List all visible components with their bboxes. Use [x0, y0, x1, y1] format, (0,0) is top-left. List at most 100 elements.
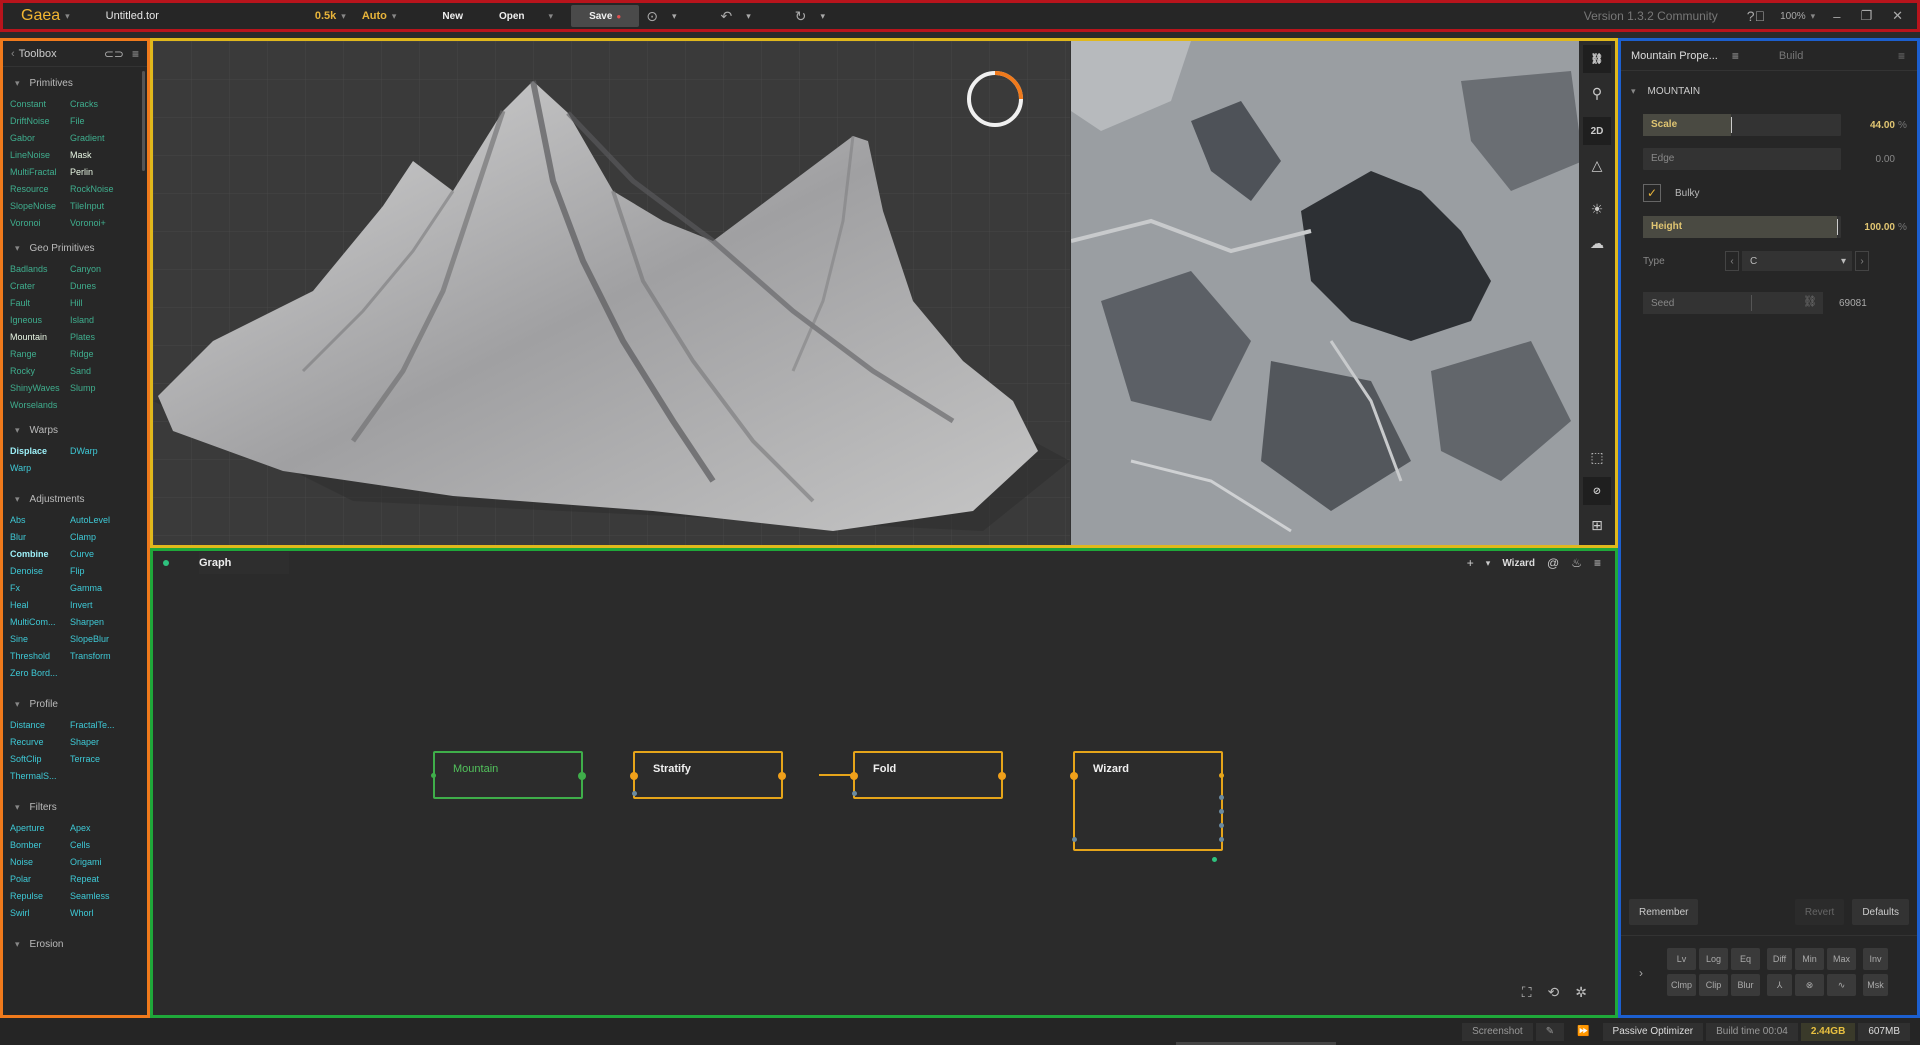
grid-icon[interactable]: ⊞ — [1583, 511, 1611, 539]
edge-value[interactable]: 0.00 — [1855, 154, 1895, 165]
target-icon[interactable]: ⊙ — [639, 3, 665, 29]
toolbox-node-item[interactable]: Apex — [70, 822, 140, 835]
toolbox-section-header[interactable]: ▾ Filters — [3, 797, 147, 817]
link-view-icon[interactable]: ⛓ — [1583, 45, 1611, 73]
mode-selector[interactable]: Auto ▾ — [354, 3, 405, 29]
undo-icon[interactable]: ↶ — [714, 3, 740, 29]
quick-op-button[interactable]: Blur — [1731, 974, 1760, 996]
perspective-icon[interactable]: △ — [1583, 151, 1611, 179]
menu-icon[interactable]: ≡ — [1898, 49, 1917, 63]
toolbox-node-item[interactable]: Gabor — [10, 132, 70, 145]
toolbox-node-item[interactable]: Whorl — [70, 907, 140, 920]
output-port[interactable] — [578, 772, 586, 780]
build-output-port[interactable] — [1212, 857, 1217, 862]
resolution-selector[interactable]: 0.5k ▾ — [307, 3, 354, 29]
toolbox-node-item[interactable]: Seamless — [70, 890, 140, 903]
tab-properties[interactable]: Mountain Prope... ≡ — [1621, 41, 1749, 70]
sun-icon[interactable]: ☀ — [1583, 195, 1611, 223]
defaults-button[interactable]: Defaults — [1852, 899, 1909, 925]
chevron-down-icon[interactable]: ▾ — [665, 3, 684, 29]
quick-op-button[interactable]: Clmp — [1667, 974, 1696, 996]
menu-icon[interactable]: ≡ — [132, 47, 139, 61]
toolbox-node-item[interactable]: Transform — [70, 650, 140, 663]
graph-node-stratify[interactable]: Stratify — [630, 751, 786, 799]
toolbox-node-item[interactable]: MultiCom... — [10, 616, 70, 629]
help-icon[interactable]: ?⃝ — [1740, 3, 1772, 29]
mask-port[interactable] — [632, 791, 637, 796]
toolbox-node-item[interactable]: Dunes — [70, 280, 140, 293]
quick-op-button[interactable]: Max — [1827, 948, 1856, 970]
toolbox-node-item[interactable]: Bomber — [10, 839, 70, 852]
close-icon[interactable]: ✕ — [1882, 8, 1917, 24]
quick-op-button[interactable]: Inv — [1863, 948, 1888, 970]
remember-button[interactable]: Remember — [1629, 899, 1699, 925]
auto-layout-icon[interactable]: ✲ — [1567, 984, 1595, 1001]
toolbox-node-item[interactable]: MultiFractal — [10, 166, 70, 179]
chevron-down-icon[interactable]: ▾ — [1480, 558, 1497, 569]
toolbox-node-item[interactable]: Fx — [10, 582, 70, 595]
quick-op-button[interactable]: ⅄ — [1767, 974, 1792, 996]
toolbox-node-item[interactable]: Noise — [10, 856, 70, 869]
toolbox-node-item[interactable]: SlopeBlur — [70, 633, 140, 646]
section-header[interactable]: ▾ MOUNTAIN — [1621, 79, 1917, 103]
toolbox-node-item[interactable]: Hill — [70, 297, 140, 310]
toolbox-node-item[interactable]: Blur — [10, 531, 70, 544]
toolbox-node-item[interactable]: ShinyWaves — [10, 382, 70, 395]
mode-2d-button[interactable]: 2D — [1583, 117, 1611, 145]
seed-field[interactable]: Seed ⛓ — [1643, 292, 1823, 314]
toolbox-node-item[interactable]: Repulse — [10, 890, 70, 903]
toolbox-node-item[interactable]: Zero Bord... — [10, 667, 70, 680]
input-port[interactable] — [431, 773, 436, 778]
output-port[interactable] — [778, 772, 786, 780]
quick-op-button[interactable]: Diff — [1767, 948, 1792, 970]
prev-type-button[interactable]: ‹ — [1725, 251, 1739, 271]
toolbox-node-item[interactable]: Shaper — [70, 736, 140, 749]
chevron-left-icon[interactable]: ‹ — [11, 48, 15, 60]
scale-value[interactable]: 44.00 — [1855, 120, 1895, 131]
toolbox-node-item[interactable]: Badlands — [10, 263, 70, 276]
link-icon[interactable]: ⛓ — [1803, 295, 1817, 308]
output-port[interactable] — [1219, 809, 1224, 814]
revert-button[interactable]: Revert — [1794, 899, 1845, 925]
toolbox-node-item[interactable]: Threshold — [10, 650, 70, 663]
quick-op-button[interactable]: ⊗ — [1795, 974, 1824, 996]
fast-forward-icon[interactable]: ⏩ — [1567, 1023, 1599, 1041]
toolbox-node-item[interactable]: Curve — [70, 548, 140, 561]
toolbox-node-item[interactable]: Mountain — [10, 331, 70, 344]
toolbox-node-item[interactable]: Island — [70, 314, 140, 327]
optimizer-status[interactable]: Passive Optimizer — [1602, 1022, 1704, 1041]
toolbox-node-item[interactable]: Canyon — [70, 263, 140, 276]
flame-icon[interactable]: ♨ — [1565, 556, 1588, 570]
toolbox-node-item[interactable]: Repeat — [70, 873, 140, 886]
toolbox-node-item[interactable]: Resource — [10, 183, 70, 196]
toolbox-node-item[interactable]: LineNoise — [10, 149, 70, 162]
toolbox-node-item[interactable]: ThermalS... — [10, 770, 70, 783]
quick-op-button[interactable]: Lv — [1667, 948, 1696, 970]
quick-op-button[interactable]: Min — [1795, 948, 1824, 970]
toolbox-section-header[interactable]: ▾ Adjustments — [3, 489, 147, 509]
quick-op-button[interactable]: Msk — [1863, 974, 1888, 996]
toolbox-section-header[interactable]: ▾ Warps — [3, 420, 147, 440]
toolbox-node-item[interactable]: Recurve — [10, 736, 70, 749]
new-button[interactable]: New — [424, 3, 481, 29]
mask-port[interactable] — [1072, 837, 1077, 842]
toolbox-node-item[interactable]: Slump — [70, 382, 140, 395]
toolbox-node-item[interactable]: Distance — [10, 719, 70, 732]
toolbox-node-item[interactable]: AutoLevel — [70, 514, 140, 527]
output-port[interactable] — [1219, 837, 1224, 842]
input-port[interactable] — [850, 772, 858, 780]
toolbox-node-item[interactable]: Plates — [70, 331, 140, 344]
toolbox-node-item[interactable]: Invert — [70, 599, 140, 612]
app-menu[interactable]: Gaea ▾ — [3, 3, 78, 29]
toolbox-section-header[interactable]: ▾ Primitives — [3, 73, 147, 93]
output-port[interactable] — [1219, 795, 1224, 800]
edge-slider[interactable]: Edge — [1643, 148, 1841, 170]
toolbox-node-item[interactable]: Aperture — [10, 822, 70, 835]
cloud-icon[interactable]: ☁ — [1583, 229, 1611, 257]
screenshot-button[interactable]: Screenshot — [1462, 1022, 1533, 1041]
refresh-icon[interactable]: ⟲ — [1540, 984, 1568, 1001]
seed-value[interactable]: 69081 — [1839, 298, 1867, 309]
compass-icon[interactable]: ⊘ — [1583, 477, 1611, 505]
save-button[interactable]: Save ● — [571, 5, 640, 27]
toolbox-node-item[interactable]: Rocky — [10, 365, 70, 378]
